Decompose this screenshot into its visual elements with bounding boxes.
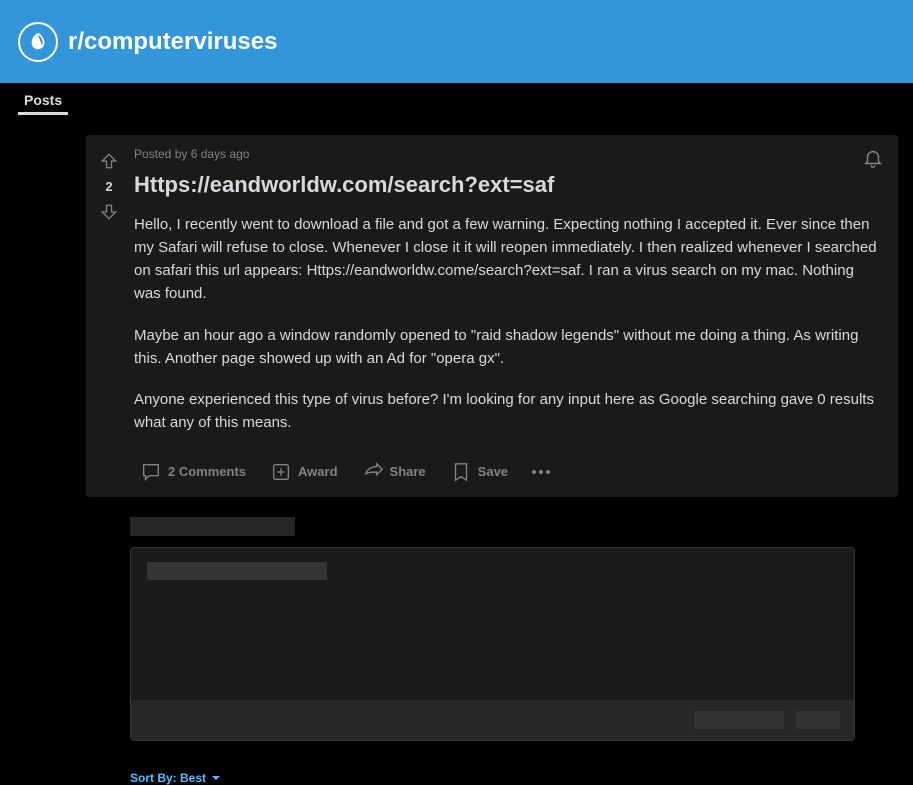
downvote-button[interactable] — [97, 200, 121, 224]
subreddit-icon[interactable] — [18, 22, 58, 62]
toolbar-skeleton — [796, 711, 840, 729]
tab-posts[interactable]: Posts — [18, 88, 68, 115]
post-paragraph: Maybe an hour ago a window randomly open… — [134, 324, 882, 371]
comment-textarea[interactable] — [130, 547, 855, 741]
award-button[interactable]: Award — [264, 455, 344, 489]
notify-icon[interactable] — [862, 147, 884, 174]
share-label: Share — [390, 464, 426, 479]
upvote-button[interactable] — [97, 149, 121, 173]
tab-bar: Posts — [0, 83, 913, 115]
subreddit-name[interactable]: r/computerviruses — [68, 28, 277, 56]
post-meta: Posted by 6 days ago — [134, 147, 882, 161]
comments-label: 2 Comments — [168, 464, 246, 479]
share-button[interactable]: Share — [356, 455, 432, 489]
vote-score: 2 — [105, 173, 112, 200]
post-card: 2 Posted by 6 days ago Https://eandworld… — [86, 135, 898, 497]
placeholder-skeleton — [147, 562, 327, 580]
post-title: Https://eandworldw.com/search?ext=saf — [134, 171, 882, 199]
save-label: Save — [478, 464, 508, 479]
sort-label: Sort By: Best — [130, 771, 206, 785]
save-button[interactable]: Save — [444, 455, 514, 489]
subreddit-banner: r/computerviruses — [0, 0, 913, 83]
post-paragraph: Anyone experienced this type of virus be… — [134, 388, 882, 435]
post-body: Posted by 6 days ago Https://eandworldw.… — [132, 143, 898, 493]
post-paragraph: Hello, I recently went to download a fil… — [134, 213, 882, 306]
award-label: Award — [298, 464, 338, 479]
toolbar-skeleton — [694, 711, 784, 729]
more-button[interactable] — [526, 464, 556, 480]
comment-toolbar — [131, 700, 854, 740]
vote-column: 2 — [86, 143, 132, 493]
post-actions: 2 Comments Award Share Save — [134, 453, 882, 489]
sort-dropdown[interactable]: Sort By: Best — [130, 771, 913, 785]
post-text: Hello, I recently went to download a fil… — [134, 213, 882, 435]
comment-as-label-skeleton — [130, 517, 295, 536]
comment-editor-block — [86, 517, 856, 741]
comments-button[interactable]: 2 Comments — [134, 455, 252, 489]
